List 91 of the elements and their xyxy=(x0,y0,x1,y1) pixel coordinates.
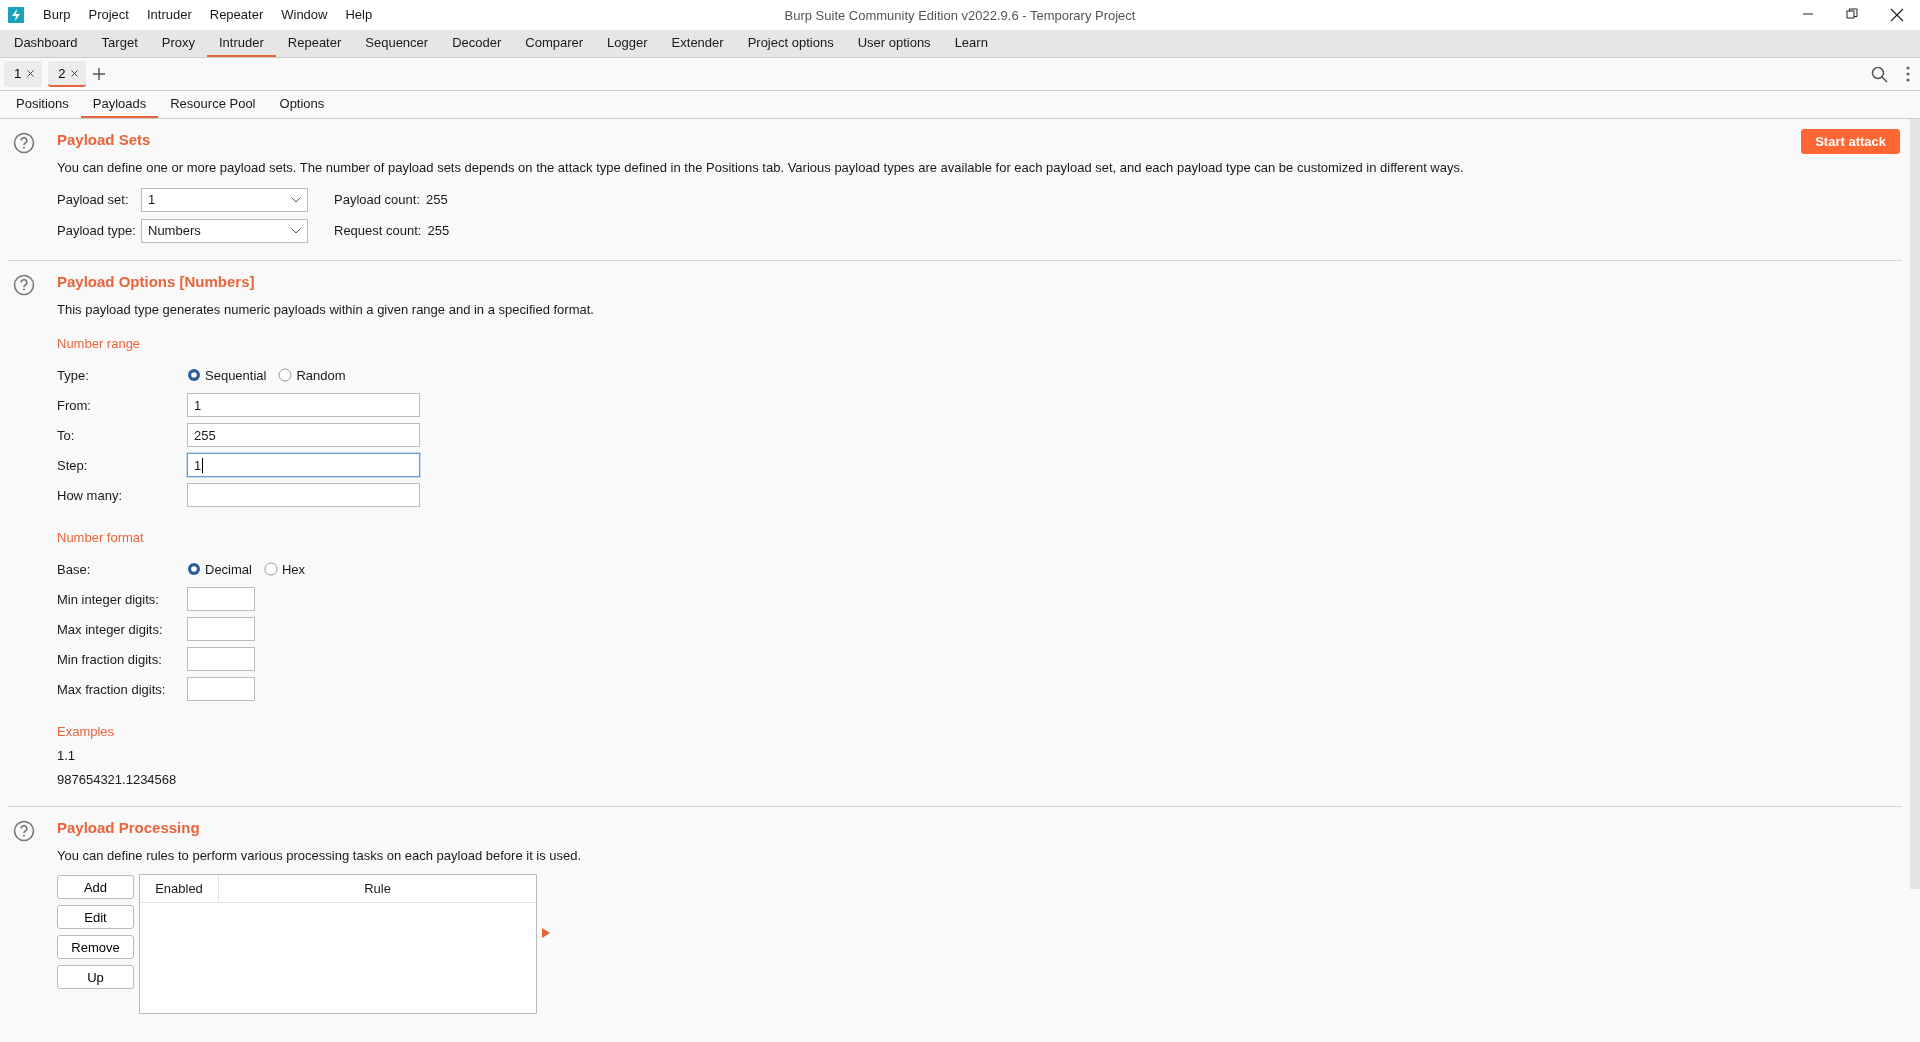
section-description: You can define one or more payload sets. The number of payload sets depends on the attack type defined in the Positions tab. Various payload types are available for each payload set, and each payload type can be customized in different ways. xyxy=(57,159,1464,177)
field-label: Max fraction digits: xyxy=(57,681,167,697)
main-tab[interactable]: Comparer xyxy=(513,30,596,57)
menu-item[interactable]: Repeater xyxy=(200,0,273,30)
input-field[interactable] xyxy=(187,647,255,671)
main-tab[interactable]: Sequencer xyxy=(353,30,441,57)
field-label: Step: xyxy=(57,457,89,473)
count-value: 255 xyxy=(426,192,448,207)
count-label: Request count: xyxy=(334,223,422,238)
close-icon[interactable] xyxy=(1890,8,1904,22)
menu-item[interactable]: Intruder xyxy=(137,0,201,30)
field-label: Base: xyxy=(57,561,92,577)
action-button[interactable]: Edit xyxy=(57,905,134,929)
radio-label: Decimal xyxy=(205,561,252,577)
radio-button[interactable] xyxy=(187,368,201,382)
input-field[interactable]: 1 xyxy=(187,393,420,417)
main-tab[interactable]: Repeater xyxy=(275,30,354,57)
session-tab[interactable]: 2 xyxy=(48,61,87,87)
field-label: Payload type: xyxy=(57,223,137,238)
field-label: Type: xyxy=(57,367,90,383)
menu-item[interactable]: Window xyxy=(272,0,337,30)
scrollbar[interactable] xyxy=(1910,119,1920,889)
input-field[interactable] xyxy=(187,483,420,507)
menu-item[interactable]: Help xyxy=(336,0,382,30)
main-tab[interactable]: Decoder xyxy=(440,30,514,57)
main-tab[interactable]: Proxy xyxy=(149,30,207,57)
column-header[interactable]: Rule xyxy=(219,875,536,902)
radio-button[interactable] xyxy=(278,368,293,382)
window-title: Burp Suite Community Edition v2022.9.6 - Temporary Project xyxy=(784,7,1136,23)
menu-item[interactable]: Burp xyxy=(34,0,80,30)
field-label: Payload set: xyxy=(57,192,130,207)
search-icon[interactable] xyxy=(1871,65,1888,83)
field-label: Max integer digits: xyxy=(57,621,164,637)
main-tab[interactable]: Learn xyxy=(942,30,1000,57)
section-title: Payload Sets xyxy=(57,130,151,150)
field-label: How many: xyxy=(57,487,124,503)
main-tab[interactable]: Logger xyxy=(595,30,660,57)
input-field[interactable]: 1 xyxy=(187,453,420,477)
sub-tab[interactable]: Payloads xyxy=(80,91,159,118)
subsection-heading: Number format xyxy=(57,529,144,547)
section-title: Payload Processing xyxy=(57,818,200,838)
input-field[interactable] xyxy=(187,617,255,641)
radio-label: Sequential xyxy=(205,367,267,383)
subsection-heading: Examples xyxy=(57,723,115,741)
example-value: 987654321.1234568 xyxy=(57,771,177,789)
field-label: From: xyxy=(57,397,92,413)
dropdown[interactable]: 1 xyxy=(141,187,308,212)
radio-button[interactable] xyxy=(187,562,201,576)
action-button[interactable]: Remove xyxy=(57,935,134,959)
expand-arrow-icon[interactable] xyxy=(542,928,550,938)
menu-item[interactable]: Project xyxy=(79,0,138,30)
input-field[interactable]: 255 xyxy=(187,423,420,447)
session-tab[interactable]: 1 xyxy=(4,61,43,87)
more-options-icon[interactable] xyxy=(1906,66,1910,82)
sub-tab[interactable]: Resource Pool xyxy=(158,91,268,118)
count-value: 255 xyxy=(427,223,450,238)
close-icon[interactable] xyxy=(71,69,79,77)
subsection-heading: Number range xyxy=(57,335,141,353)
close-icon[interactable] xyxy=(27,69,35,77)
help-icon[interactable] xyxy=(13,132,35,154)
column-header[interactable]: Enabled xyxy=(140,875,219,902)
sub-tab[interactable]: Options xyxy=(267,91,337,118)
help-icon[interactable] xyxy=(13,820,35,842)
action-button[interactable]: Up xyxy=(57,965,134,989)
main-tab[interactable]: Target xyxy=(89,30,150,57)
sub-tab[interactable]: Positions xyxy=(4,91,81,118)
plus-icon[interactable] xyxy=(92,67,107,81)
app-logo-icon xyxy=(8,7,24,23)
main-tab[interactable]: Project options xyxy=(735,30,846,57)
main-tab[interactable]: Extender xyxy=(659,30,736,57)
field-label: Min fraction digits: xyxy=(57,651,163,667)
main-tab[interactable]: User options xyxy=(845,30,943,57)
radio-label: Hex xyxy=(281,561,306,577)
action-button[interactable]: Add xyxy=(57,875,134,899)
section-title: Payload Options [Numbers] xyxy=(57,272,255,292)
section-description: You can define rules to perform various processing tasks on each payload before it is used. xyxy=(57,847,582,865)
main-tab[interactable]: Dashboard xyxy=(2,30,90,57)
dropdown[interactable]: Numbers xyxy=(141,218,308,243)
restore-icon[interactable] xyxy=(1846,8,1858,20)
input-field[interactable] xyxy=(187,587,255,611)
field-label: Min integer digits: xyxy=(57,591,160,607)
count-label: Payload count: xyxy=(334,192,420,207)
help-icon[interactable] xyxy=(13,274,35,296)
chevron-down-icon xyxy=(291,227,301,234)
input-field[interactable] xyxy=(187,677,255,701)
radio-label: Random xyxy=(296,367,346,383)
radio-button[interactable] xyxy=(263,562,278,576)
chevron-down-icon xyxy=(291,196,301,203)
example-value: 1.1 xyxy=(57,747,76,765)
field-label: To: xyxy=(57,427,76,443)
section-description: This payload type generates numeric payloads within a given range and in a specified format. xyxy=(57,301,594,319)
